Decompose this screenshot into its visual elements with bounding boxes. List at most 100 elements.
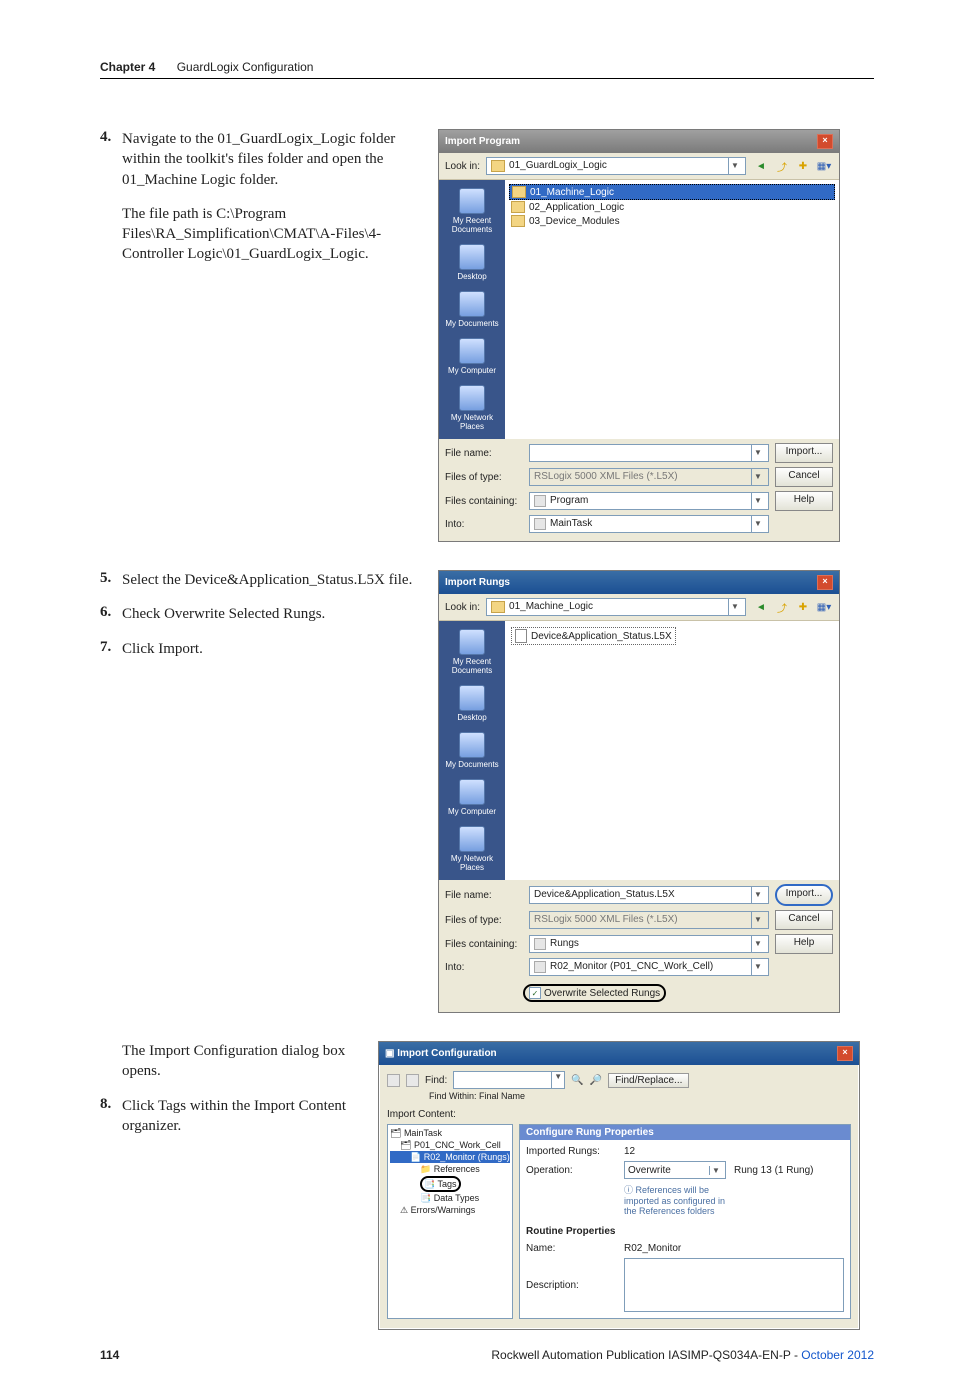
file-list[interactable]: 01_Machine_Logic 02_Application_Logic 03… (505, 180, 839, 439)
file-name-input[interactable]: ▼ (529, 444, 769, 462)
view-menu-icon[interactable]: ▦▾ (815, 598, 833, 616)
file-type-dropdown[interactable]: RSLogix 5000 XML Files (*.L5X)▼ (529, 468, 769, 486)
files-containing-dropdown[interactable]: Program▼ (529, 492, 769, 510)
folder-item[interactable]: 02_Application_Logic (509, 200, 835, 214)
import-content-label: Import Content: (387, 1109, 851, 1120)
find-icon[interactable]: 🔍 (571, 1075, 583, 1086)
folder-item[interactable]: 01_Machine_Logic (509, 184, 835, 200)
import-button[interactable]: Import... (775, 443, 833, 463)
look-in-dropdown[interactable]: 01_GuardLogix_Logic ▼ (486, 157, 746, 175)
tree-datatypes[interactable]: 📑 Data Types (390, 1192, 510, 1204)
view-menu-icon[interactable]: ▦▾ (815, 157, 833, 175)
import-configuration-dialog: ▣ Import Configuration × Find: ▼ 🔍 🔎 Fin… (378, 1041, 860, 1330)
look-in-label: Look in: (445, 602, 480, 613)
places-recent[interactable]: My Recent Documents (441, 629, 503, 675)
import-rungs-dialog: Import Rungs × Look in: 01_Machine_Logic… (438, 570, 840, 1013)
tree-maintask[interactable]: 🗂 MainTask (390, 1127, 510, 1139)
back-icon[interactable]: ◄ (752, 598, 770, 616)
file-name-label: File name: (445, 448, 523, 459)
chapter-header: Chapter 4 GuardLogix Configuration (100, 60, 874, 79)
cancel-button[interactable]: Cancel (775, 910, 833, 930)
look-in-label: Look in: (445, 161, 480, 172)
into-dropdown[interactable]: R02_Monitor (P01_CNC_Work_Cell)▼ (529, 958, 769, 976)
files-containing-dropdown[interactable]: Rungs▼ (529, 935, 769, 953)
file-type-dropdown[interactable]: RSLogix 5000 XML Files (*.L5X)▼ (529, 911, 769, 929)
step-8-text: Click Tags within the Import Content org… (122, 1096, 370, 1137)
find-within-label: Find Within: Final Name (429, 1091, 851, 1101)
step-number: 7. (100, 639, 122, 659)
find-prev-icon[interactable] (387, 1074, 400, 1087)
find-input[interactable]: ▼ (453, 1071, 565, 1089)
new-folder-icon[interactable]: ✚ (794, 598, 812, 616)
chapter-label: Chapter 4 (100, 60, 155, 74)
step-7b-text: The Import Configuration dialog box open… (122, 1041, 370, 1082)
imported-rungs-value: 12 (624, 1146, 726, 1157)
file-type-label: Files of type: (445, 915, 523, 926)
file-list[interactable]: Device&Application_Status.L5X (505, 621, 839, 880)
import-content-tree[interactable]: 🗂 MainTask 🗂 P01_CNC_Work_Cell 📄 R02_Mon… (387, 1124, 513, 1319)
publication-date: October 2012 (801, 1348, 874, 1362)
up-one-level-icon[interactable]: ⤴ (773, 157, 791, 175)
step-6-text: Check Overwrite Selected Rungs. (122, 604, 430, 624)
description-label: Description: (526, 1280, 616, 1291)
into-label: Into: (445, 519, 523, 530)
overwrite-checkbox[interactable]: ✓ Overwrite Selected Rungs (523, 984, 666, 1002)
page-number: 114 (100, 1348, 119, 1362)
help-button[interactable]: Help (775, 491, 833, 511)
help-button[interactable]: Help (775, 934, 833, 954)
look-in-dropdown[interactable]: 01_Machine_Logic ▼ (486, 598, 746, 616)
into-label: Into: (445, 962, 523, 973)
dialog-title: Import Program (445, 136, 520, 147)
find-next-icon[interactable] (406, 1074, 419, 1087)
file-name-input[interactable]: Device&Application_Status.L5X▼ (529, 886, 769, 904)
step-number: 4. (100, 129, 122, 190)
find-label: Find: (425, 1075, 447, 1086)
step-number: 5. (100, 570, 122, 590)
step-4-path: The file path is C:\Program Files\RA_Sim… (122, 204, 430, 265)
operation-label: Operation: (526, 1165, 616, 1176)
tree-references[interactable]: 📁 References (390, 1163, 510, 1175)
name-label: Name: (526, 1243, 616, 1254)
close-icon[interactable]: × (837, 1046, 853, 1061)
operation-dropdown[interactable]: Overwrite▼ (624, 1161, 726, 1179)
places-bar: My Recent Documents Desktop My Documents… (439, 621, 505, 880)
tree-routine[interactable]: 📄 R02_Monitor (Rungs) (390, 1151, 510, 1163)
import-button[interactable]: Import... (775, 884, 833, 906)
places-desktop[interactable]: Desktop (457, 685, 486, 722)
close-icon[interactable]: × (817, 575, 833, 590)
places-computer[interactable]: My Computer (448, 779, 496, 816)
imported-rungs-label: Imported Rungs: (526, 1146, 616, 1157)
places-desktop[interactable]: Desktop (457, 244, 486, 281)
import-program-dialog: Import Program × Look in: 01_GuardLogix_… (438, 129, 840, 542)
tree-errors[interactable]: ⚠ Errors/Warnings (390, 1204, 510, 1216)
section-configure-rung: Configure Rung Properties (520, 1125, 850, 1140)
places-network[interactable]: My Network Places (441, 826, 503, 872)
places-network[interactable]: My Network Places (441, 385, 503, 431)
file-item[interactable]: Device&Application_Status.L5X (511, 627, 676, 645)
close-icon[interactable]: × (817, 134, 833, 149)
places-computer[interactable]: My Computer (448, 338, 496, 375)
file-type-label: Files of type: (445, 472, 523, 483)
places-documents[interactable]: My Documents (445, 732, 498, 769)
description-textarea[interactable] (624, 1258, 844, 1312)
back-icon[interactable]: ◄ (752, 157, 770, 175)
tree-program[interactable]: 🗂 P01_CNC_Work_Cell (390, 1139, 510, 1151)
step-7-text: Click Import. (122, 639, 430, 659)
places-recent[interactable]: My Recent Documents (441, 188, 503, 234)
name-value: R02_Monitor (624, 1243, 844, 1254)
page-footer: 114 Rockwell Automation Publication IASI… (100, 1348, 874, 1362)
dialog-title: Import Rungs (445, 577, 510, 588)
step-number: 8. (100, 1096, 122, 1137)
find-next-icon[interactable]: 🔎 (590, 1075, 602, 1086)
step-4-text: Navigate to the 01_GuardLogix_Logic fold… (122, 129, 430, 190)
new-folder-icon[interactable]: ✚ (794, 157, 812, 175)
cancel-button[interactable]: Cancel (775, 467, 833, 487)
find-replace-button[interactable]: Find/Replace... (608, 1073, 689, 1088)
step-5-text: Select the Device&Application_Status.L5X… (122, 570, 430, 590)
into-dropdown[interactable]: MainTask▼ (529, 515, 769, 533)
up-one-level-icon[interactable]: ⤴ (773, 598, 791, 616)
places-documents[interactable]: My Documents (445, 291, 498, 328)
publication-id: Rockwell Automation Publication IASIMP-Q… (491, 1348, 801, 1362)
tree-tags[interactable]: 📑 Tags (390, 1176, 510, 1192)
folder-item[interactable]: 03_Device_Modules (509, 214, 835, 228)
